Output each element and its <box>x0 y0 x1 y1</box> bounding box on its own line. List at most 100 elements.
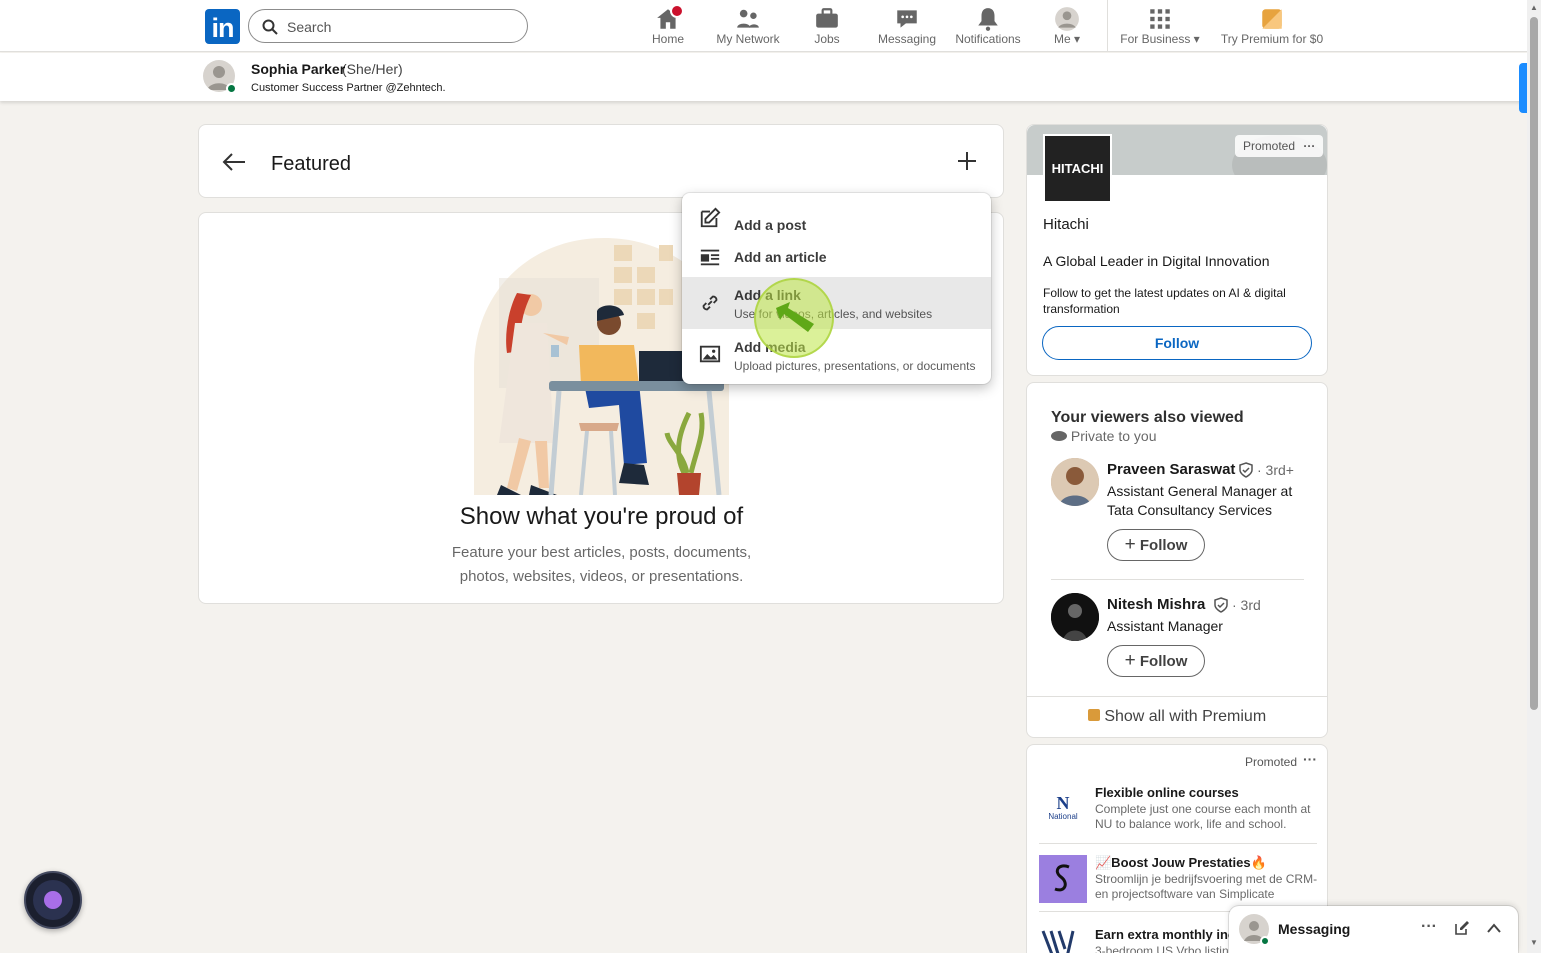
connection-degree: · 3rd+ <box>1257 462 1294 478</box>
vrbo-logo <box>1039 927 1087 953</box>
bell-icon <box>978 8 998 31</box>
nav-messaging[interactable]: Messaging <box>872 4 942 50</box>
side-tab[interactable] <box>1519 63 1527 113</box>
add-icon[interactable] <box>955 149 979 173</box>
ad-text: Complete just one course each month at N… <box>1095 802 1311 831</box>
nav-jobs[interactable]: Jobs <box>800 4 854 50</box>
nav-notifications-label: Notifications <box>955 32 1021 46</box>
menu-item-add-media-description: Upload pictures, presentations, or docum… <box>734 359 976 373</box>
linkedin-logo[interactable]: in <box>205 9 240 44</box>
menu-item-add-link[interactable]: Add a link Use for videos, articles, and… <box>682 277 991 329</box>
nav-home-label: Home <box>651 32 684 46</box>
search-box[interactable] <box>248 9 528 43</box>
people-icon <box>737 9 759 28</box>
ad-item[interactable]: N National Flexible online courses Compl… <box>1039 785 1317 833</box>
more-options-icon[interactable]: ··· <box>1303 751 1317 767</box>
svg-text:National: National <box>1048 812 1078 821</box>
more-options-icon[interactable]: ··· <box>1303 139 1315 153</box>
online-status-dot <box>226 83 237 94</box>
nav-my-network-label: My Network <box>716 32 780 46</box>
privacy-text: Private to you <box>1070 428 1157 444</box>
ad-text: Stroomlijn je bedrijfsvoering met de CRM… <box>1095 872 1318 901</box>
promoted-text: Promoted <box>1243 139 1296 153</box>
divider <box>1051 579 1304 580</box>
add-featured-menu: Add a post Add an article Add a link Use… <box>682 193 991 384</box>
article-icon <box>700 249 720 266</box>
avatar[interactable] <box>1051 593 1099 641</box>
nav-notifications[interactable]: Notifications <box>950 4 1026 50</box>
promoted-label[interactable]: Promoted ··· <box>1235 135 1324 157</box>
promoted-ad-card: HITACHI Promoted ··· Hitachi A Global Le… <box>1026 124 1328 376</box>
caret-down-icon: ▾ <box>1073 32 1081 46</box>
nav-jobs-label: Jobs <box>814 32 840 46</box>
plus-icon: + <box>1124 534 1136 555</box>
person-photo-icon <box>1051 458 1099 506</box>
divider <box>1039 843 1317 844</box>
verified-shield-icon <box>1214 597 1228 613</box>
svg-text:N: N <box>1057 793 1070 813</box>
premium-icon <box>1087 708 1100 721</box>
edit-icon <box>700 207 721 228</box>
profile-sticky-bar: Sophia Parker (She/Her) Customer Success… <box>0 53 1527 101</box>
person-name[interactable]: Nitesh Mishra <box>1107 596 1205 613</box>
ad-title: Flexible online courses <box>1095 785 1239 800</box>
nav-messaging-label: Messaging <box>877 32 937 46</box>
link-icon <box>702 295 718 311</box>
follow-label: Follow <box>1139 653 1188 670</box>
nav-me[interactable]: Me ▾ <box>1044 4 1090 50</box>
chevron-up-icon[interactable] <box>1486 921 1502 935</box>
menu-item-add-article[interactable]: Add an article <box>682 241 991 277</box>
follow-person-button[interactable]: + Follow <box>1107 645 1205 677</box>
avatar[interactable] <box>1051 458 1099 506</box>
nav-try-premium-label: Try Premium for $0 <box>1220 32 1324 46</box>
chat-icon <box>897 10 917 28</box>
nav-my-network[interactable]: My Network <box>712 4 784 50</box>
nav-me-label: Me <box>1053 32 1071 46</box>
person-title: Assistant General Manager at Tata Consul… <box>1107 483 1293 518</box>
back-arrow-icon[interactable] <box>221 150 247 174</box>
scroll-up-icon[interactable]: ▲ <box>1530 3 1538 12</box>
show-all-label: Show all with Premium <box>1104 708 1267 725</box>
page-title: Featured <box>271 153 352 175</box>
follow-person-button[interactable]: + Follow <box>1107 529 1205 561</box>
grid-icon <box>1150 9 1170 29</box>
ad-company-name: Hitachi <box>1043 216 1089 233</box>
empty-state-description: Feature your best articles, posts, docum… <box>451 544 752 585</box>
menu-item-add-article-label: Add an article <box>734 249 827 265</box>
follow-label: Follow <box>1139 537 1188 554</box>
briefcase-icon <box>816 8 838 28</box>
privacy-note: Private to you <box>1051 428 1157 444</box>
nav-for-business[interactable]: For Business ▾ <box>1116 4 1204 50</box>
hitachi-logo[interactable]: HITACHI <box>1043 134 1112 203</box>
verified-shield-icon <box>1239 462 1253 478</box>
menu-item-add-media[interactable]: Add media Upload pictures, presentations… <box>682 329 991 381</box>
compose-icon[interactable] <box>1454 920 1470 936</box>
nav-try-premium[interactable]: Try Premium for $0 <box>1218 4 1326 50</box>
scroll-down-icon[interactable]: ▼ <box>1530 938 1538 947</box>
simplicate-logo <box>1039 855 1087 903</box>
premium-icon <box>1262 9 1282 29</box>
nav-home[interactable]: Home <box>640 4 696 50</box>
show-all-premium-button[interactable]: Show all with Premium <box>1027 697 1327 737</box>
featured-header-card: Featured <box>198 124 1004 198</box>
more-options-icon[interactable]: ··· <box>1421 918 1437 936</box>
assistant-launcher-button[interactable] <box>24 871 82 929</box>
person-name[interactable]: Praveen Saraswat <box>1107 461 1235 478</box>
nav-divider <box>1107 0 1108 52</box>
person-title: Assistant Manager <box>1107 618 1223 634</box>
plus-icon: + <box>1124 650 1136 671</box>
ad-item[interactable]: 📈Boost Jouw Prestaties🔥 Stroomlijn je be… <box>1039 855 1317 903</box>
menu-item-add-post-label: Add a post <box>734 217 807 233</box>
search-input[interactable] <box>287 16 517 38</box>
caret-down-icon: ▾ <box>1193 32 1200 46</box>
assistant-dot-icon <box>44 891 62 909</box>
scrollbar-thumb[interactable] <box>1530 17 1538 710</box>
avatar-icon <box>1055 7 1079 31</box>
promoted-label: Promoted <box>1245 755 1298 769</box>
messaging-overlay-bar[interactable]: Messaging ··· <box>1229 906 1518 953</box>
top-navigation: in Home My Network Jobs Messaging <box>0 0 1527 52</box>
menu-item-add-post[interactable]: Add a post <box>682 201 991 241</box>
follow-button[interactable]: Follow <box>1042 326 1312 360</box>
scrollbar[interactable]: ▲ ▼ <box>1527 0 1541 953</box>
online-status-dot <box>1260 936 1270 946</box>
